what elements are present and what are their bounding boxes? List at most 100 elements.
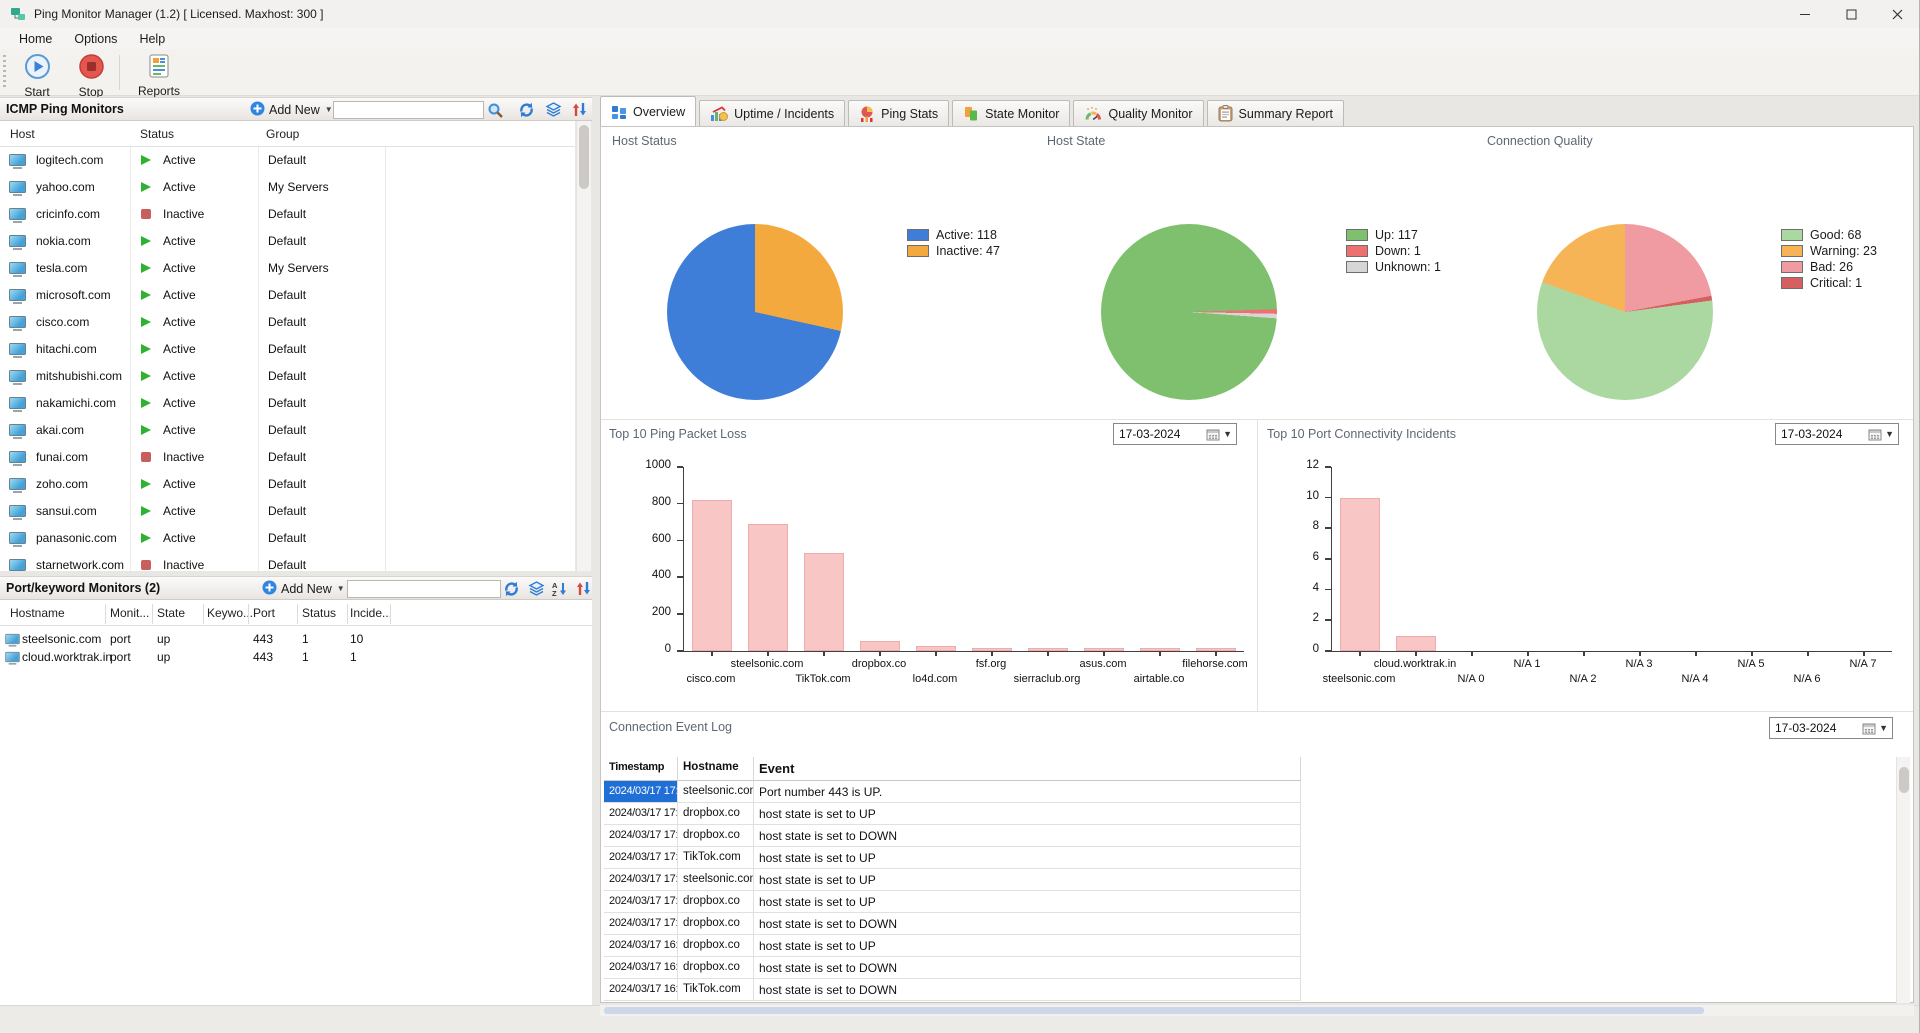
x-axis-label: sierraclub.org xyxy=(1013,673,1081,685)
port-cell: 443 xyxy=(253,632,274,646)
icmp-monitor-row[interactable]: starnetwork.com Inactive Default xyxy=(0,552,575,571)
toolbar-drag-handle[interactable] xyxy=(3,55,6,89)
search-icon[interactable] xyxy=(487,102,504,119)
column-header-host[interactable]: Host xyxy=(10,127,35,141)
tab-state-monitor[interactable]: State Monitor xyxy=(952,100,1071,126)
port-search-input[interactable] xyxy=(347,580,501,598)
port-monitor-row[interactable]: steelsonic.com port up 443 1 10 xyxy=(0,630,592,648)
port-add-new-button[interactable]: Add New ▼ xyxy=(262,580,345,597)
port-monitor-row[interactable]: cloud.worktrak.in port up 443 1 1 xyxy=(0,648,592,666)
legend-label: Bad: 26 xyxy=(1810,260,1854,274)
refresh-icon[interactable] xyxy=(518,102,535,119)
sort-arrows-icon[interactable] xyxy=(576,581,593,598)
event-log-row[interactable]: 2024/03/17 16:5...dropbox.cohost state i… xyxy=(604,957,1900,979)
group-cell: Default xyxy=(268,477,307,491)
icmp-monitor-row[interactable]: cricinfo.com Inactive Default xyxy=(0,201,575,228)
packet-loss-date-picker[interactable]: 17-03-2024 ▼ xyxy=(1113,423,1237,445)
icmp-monitor-row[interactable]: hitachi.com Active Default xyxy=(0,336,575,363)
port-table-body: steelsonic.com port up 443 1 10 cloud.worktrak… xyxy=(0,630,592,666)
refresh-icon[interactable] xyxy=(503,581,520,598)
menu-options[interactable]: Options xyxy=(63,30,128,48)
scrollbar-thumb[interactable] xyxy=(579,125,589,189)
close-button[interactable] xyxy=(1874,0,1919,28)
icmp-vertical-scrollbar[interactable] xyxy=(576,121,591,571)
add-plus-icon xyxy=(262,580,277,598)
event-log-row[interactable]: 2024/03/17 17:0...dropbox.cohost state i… xyxy=(604,891,1900,913)
tab-uptime-incidents[interactable]: Uptime / Incidents xyxy=(699,100,846,126)
event-log-row[interactable]: 2024/03/17 17:1...dropbox.cohost state i… xyxy=(604,803,1900,825)
y-axis-tick-label: 0 xyxy=(1312,643,1319,655)
start-button[interactable]: Start xyxy=(8,52,66,99)
icmp-monitor-row[interactable]: nokia.com Active Default xyxy=(0,228,575,255)
event-log-vertical-scrollbar[interactable] xyxy=(1896,757,1910,1003)
icmp-monitor-row[interactable]: yahoo.com Active My Servers xyxy=(0,174,575,201)
scrollbar-thumb[interactable] xyxy=(1899,767,1909,793)
maximize-button[interactable] xyxy=(1828,0,1874,28)
event-log-row[interactable]: 2024/03/17 17:1...dropbox.cohost state i… xyxy=(604,825,1900,847)
hostname-cell: dropbox.co xyxy=(678,891,754,913)
hostname-cell: steelsonic.com xyxy=(678,781,754,803)
tab-quality-monitor[interactable]: Quality Monitor xyxy=(1073,100,1204,126)
column-header-monitor[interactable]: Monit... xyxy=(110,606,149,620)
x-axis-label: N/A 3 xyxy=(1625,658,1653,670)
tab-ping-stats[interactable]: Ping Stats xyxy=(848,100,950,126)
bar xyxy=(860,640,900,651)
group-cell: Default xyxy=(268,504,307,518)
port-incidents-date-picker[interactable]: 17-03-2024 ▼ xyxy=(1775,423,1899,445)
icmp-monitor-row[interactable]: panasonic.com Active Default xyxy=(0,525,575,552)
legend-label: Up: 117 xyxy=(1375,228,1418,242)
event-log-row[interactable]: 2024/03/17 17:1...steelsonic.comPort num… xyxy=(604,781,1900,803)
column-header-keyword[interactable]: Keywo... xyxy=(207,606,253,620)
event-log-row[interactable]: 2024/03/17 17:1...steelsonic.comhost sta… xyxy=(604,869,1900,891)
host-monitor-icon xyxy=(9,208,26,223)
icmp-monitor-row[interactable]: microsoft.com Active Default xyxy=(0,282,575,309)
stop-button[interactable]: Stop xyxy=(62,52,120,99)
chevron-down-icon: ▼ xyxy=(1885,429,1894,439)
add-plus-icon xyxy=(250,101,265,119)
icmp-monitor-row[interactable]: cisco.com Active Default xyxy=(0,309,575,336)
column-header-event[interactable]: Event xyxy=(754,757,1301,781)
icmp-monitor-row[interactable]: mitshubishi.com Active Default xyxy=(0,363,575,390)
icmp-monitor-row[interactable]: akai.com Active Default xyxy=(0,417,575,444)
sort-arrows-icon[interactable] xyxy=(572,102,589,119)
icmp-monitor-row[interactable]: funai.com Inactive Default xyxy=(0,444,575,471)
menu-home[interactable]: Home xyxy=(8,30,63,48)
tab-overview[interactable]: Overview xyxy=(600,96,697,126)
icmp-monitor-row[interactable]: zoho.com Active Default xyxy=(0,471,575,498)
icmp-monitor-row[interactable]: sansui.com Active Default xyxy=(0,498,575,525)
column-header-status[interactable]: Status xyxy=(302,606,336,620)
icmp-monitor-row[interactable]: logitech.com Active Default xyxy=(0,147,575,174)
reports-button[interactable]: Reports xyxy=(126,52,192,98)
x-axis-label: fsf.org xyxy=(975,658,1007,670)
event-log-date-picker[interactable]: 17-03-2024 ▼ xyxy=(1769,717,1893,739)
column-header-incidents[interactable]: Incide... xyxy=(350,606,392,620)
sort-az-icon[interactable]: AZ xyxy=(552,581,569,598)
active-status-icon xyxy=(141,236,151,246)
column-header-timestamp[interactable]: Timestamp xyxy=(604,757,678,781)
calendar-icon xyxy=(1206,428,1220,441)
column-header-hostname[interactable]: Hostname xyxy=(678,757,754,781)
column-header-status[interactable]: Status xyxy=(140,127,174,141)
column-header-port[interactable]: Port xyxy=(253,606,275,620)
icmp-search-input[interactable] xyxy=(333,101,484,119)
menu-help[interactable]: Help xyxy=(128,30,176,48)
column-header-group[interactable]: Group xyxy=(266,127,299,141)
column-header-hostname[interactable]: Hostname xyxy=(10,606,65,620)
icmp-monitor-row[interactable]: tesla.com Active My Servers xyxy=(0,255,575,282)
minimize-button[interactable] xyxy=(1782,0,1828,28)
tab-summary-report[interactable]: Summary Report xyxy=(1206,100,1345,126)
legend-label: Down: 1 xyxy=(1375,244,1421,258)
host-cell: nokia.com xyxy=(36,234,91,248)
horizontal-scrollbar[interactable] xyxy=(600,1005,1914,1016)
event-log-row[interactable]: 2024/03/17 16:5...dropbox.cohost state i… xyxy=(604,935,1900,957)
layers-icon[interactable] xyxy=(528,581,545,598)
event-log-row[interactable]: 2024/03/17 17:0...dropbox.cohost state i… xyxy=(604,913,1900,935)
layers-icon[interactable] xyxy=(545,102,562,119)
event-log-row[interactable]: 2024/03/17 17:1...TikTok.comhost state i… xyxy=(604,847,1900,869)
column-header-state[interactable]: State xyxy=(157,606,185,620)
icmp-monitor-row[interactable]: nakamichi.com Active Default xyxy=(0,390,575,417)
event-log-row[interactable]: 2024/03/17 16:5...TikTok.comhost state i… xyxy=(604,979,1900,1001)
status-cell: Active xyxy=(163,315,196,329)
scrollbar-thumb[interactable] xyxy=(604,1007,1704,1014)
icmp-add-new-button[interactable]: Add New ▼ xyxy=(250,101,333,118)
